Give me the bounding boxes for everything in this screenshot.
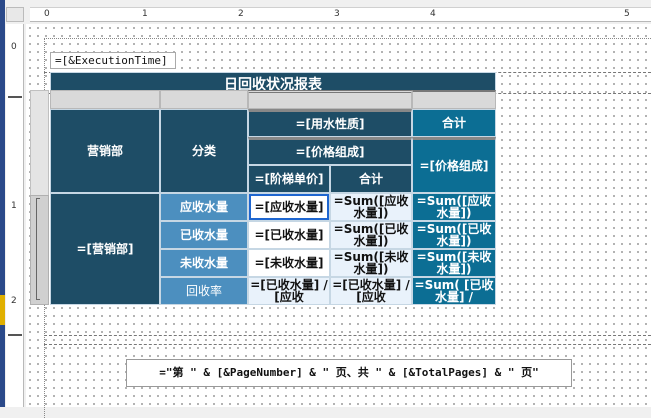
window-edge-accent xyxy=(0,295,5,325)
header-gray-cell[interactable] xyxy=(160,90,248,109)
ruler-label: 2 xyxy=(238,9,244,19)
page-number-field[interactable]: ="第 " & [&PageNumber] & " 页、共 " & [&Tota… xyxy=(126,359,572,387)
recovery-rate-field[interactable]: =[已收水量] / [应收 xyxy=(248,277,330,305)
subtotal-header[interactable]: 合计 xyxy=(330,165,412,193)
ruler-label: 2 xyxy=(11,296,17,306)
row-label[interactable]: 应收水量 xyxy=(160,193,248,221)
window-edge xyxy=(0,0,5,407)
report-title[interactable]: 日回收状况报表 xyxy=(50,72,496,92)
ruler-label: 5 xyxy=(624,9,630,19)
sum-cell[interactable]: =Sum([已收水量]) xyxy=(330,221,412,249)
total-sum-cell[interactable]: =Sum([未收水量]) xyxy=(412,249,496,277)
group-bracket xyxy=(36,198,40,300)
band-marker xyxy=(8,96,22,98)
ruler-label: 1 xyxy=(11,201,17,211)
header-gray-cell[interactable] xyxy=(248,90,412,109)
received-field[interactable]: =[已收水量] xyxy=(248,221,330,249)
total-price-composition-header[interactable]: =[价格组成] xyxy=(412,137,496,193)
ruler-label: 4 xyxy=(430,9,436,19)
price-composition-header[interactable]: =[价格组成] xyxy=(248,137,412,165)
sum-cell[interactable]: =Sum([应收水量]) xyxy=(330,193,412,221)
sum-cell[interactable]: =[已收水量] / [应收 xyxy=(330,277,412,305)
category-header[interactable]: 分类 xyxy=(160,109,248,193)
band-marker xyxy=(8,334,22,336)
dept-field[interactable]: =[营销部] xyxy=(50,193,160,305)
receivable-field[interactable]: =[应收水量] xyxy=(248,193,330,221)
total-sum-cell[interactable]: =Sum([已收水量]) xyxy=(412,221,496,249)
vertical-ruler: 0 1 2 xyxy=(6,24,24,407)
header-gray-cell[interactable] xyxy=(412,90,496,109)
row-label[interactable]: 已收水量 xyxy=(160,221,248,249)
header-gray-cell[interactable] xyxy=(50,90,160,109)
dept-header[interactable]: 营销部 xyxy=(50,109,160,193)
total-sum-cell[interactable]: =Sum([应收水量]) xyxy=(412,193,496,221)
ruler-corner xyxy=(6,7,24,22)
total-header[interactable]: 合计 xyxy=(412,109,496,137)
execution-time-field[interactable]: =[&ExecutionTime] xyxy=(50,52,176,69)
water-nature-header[interactable]: =[用水性质] xyxy=(248,109,412,137)
horizontal-ruler: 0 1 2 3 4 5 xyxy=(30,7,651,22)
sum-cell[interactable]: =Sum([未收水量]) xyxy=(330,249,412,277)
tier-price-header[interactable]: =[阶梯单价] xyxy=(248,165,330,193)
unreceived-field[interactable]: =[未收水量] xyxy=(248,249,330,277)
row-label[interactable]: 回收率 xyxy=(160,277,248,305)
row-label[interactable]: 未收水量 xyxy=(160,249,248,277)
ruler-label: 3 xyxy=(334,9,340,19)
ruler-label: 1 xyxy=(142,9,148,19)
ruler-label: 0 xyxy=(44,9,50,19)
band-separator xyxy=(44,344,651,345)
band-separator xyxy=(44,335,651,336)
total-sum-cell[interactable]: =Sum( [已收水量] / xyxy=(412,277,496,305)
ruler-label: 0 xyxy=(11,42,17,52)
